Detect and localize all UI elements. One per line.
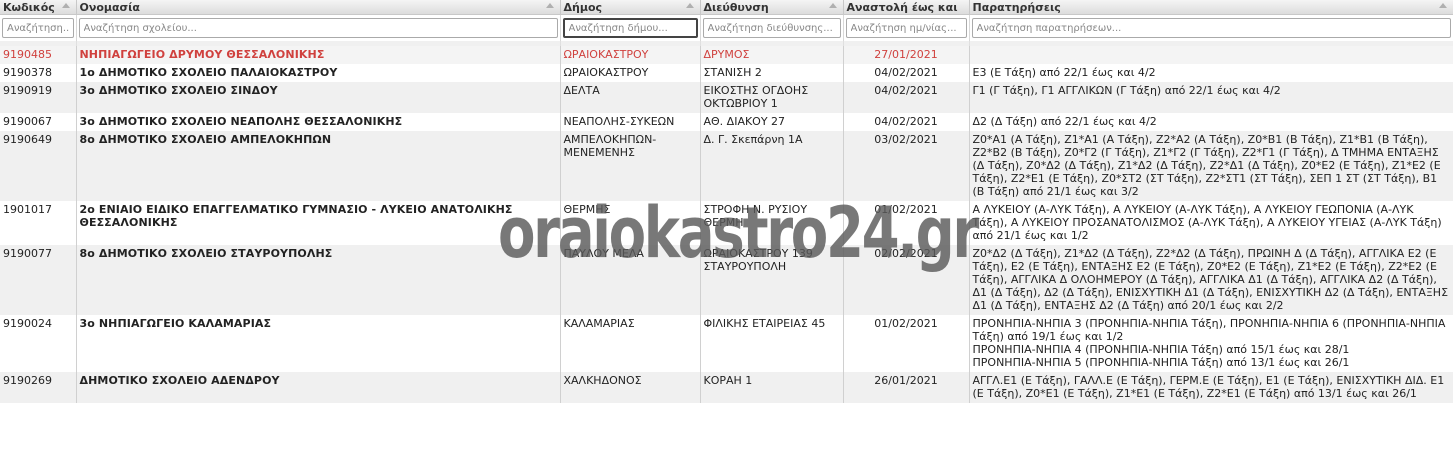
- address-cell: ΩΡΑΙΟΚΑΣΤΡΟΥ 139 ΣΤΑΥΡΟΥΠΟΛΗ: [700, 245, 844, 315]
- notes-cell: ΑΓΓΛ.Ε1 (Ε Τάξη), ΓΑΛΛ.Ε (Ε Τάξη), ΓΕΡΜ.…: [969, 372, 1453, 403]
- column-header-address[interactable]: Διεύθυνση: [700, 0, 844, 15]
- address-cell: Δ. Γ. Σκεπάρνη 1Α: [700, 131, 844, 201]
- notes-cell: Γ1 (Γ Τάξη), Γ1 ΑΓΓΛΙΚΩΝ (Γ Τάξη) από 22…: [969, 82, 1453, 113]
- address-search-input[interactable]: [702, 18, 841, 38]
- municipality-search-input[interactable]: [562, 18, 698, 38]
- address-cell: ΣΤΡΟΦΗ Ν. ΡΥΣΙΟΥ ΘΕΡΜΗ: [700, 201, 844, 245]
- code-cell: 9190649: [0, 131, 77, 201]
- school-name-cell: 8ο ΔΗΜΟΤΙΚΟ ΣΧΟΛΕΙΟ ΣΤΑΥΡΟΥΠΟΛΗΣ: [76, 245, 561, 315]
- suspension-date-cell: 03/02/2021: [843, 131, 970, 201]
- column-header-municipality[interactable]: Δήμος: [560, 0, 701, 15]
- table-row[interactable]: 9190485 ΝΗΠΙΑΓΩΓΕΙΟ ΔΡΥΜΟΥ ΘΕΣΣΑΛΟΝΙΚΗΣ ΩΡ…: [0, 46, 1453, 64]
- school-name-cell: 3ο ΝΗΠΙΑΓΩΓΕΙΟ ΚΑΛΑΜΑΡΙΑΣ: [76, 315, 561, 372]
- table-row[interactable]: 9190024 3ο ΝΗΠΙΑΓΩΓΕΙΟ ΚΑΛΑΜΑΡΙΑΣ ΚΑΛΑΜΑΡΙ…: [0, 315, 1453, 372]
- code-cell: 1901017: [0, 201, 77, 245]
- column-header-code[interactable]: Κωδικός: [0, 0, 77, 15]
- sort-arrow-icon[interactable]: [1438, 3, 1447, 8]
- column-header-notes[interactable]: Παρατηρήσεις: [969, 0, 1453, 15]
- notes-cell: Δ2 (Δ Τάξη) από 22/1 έως και 4/2: [969, 113, 1453, 131]
- sort-arrow-icon[interactable]: [685, 3, 694, 8]
- municipality-cell: ΧΑΛΚΗΔΟΝΟΣ: [560, 372, 701, 403]
- municipality-cell: ΝΕΑΠΟΛΗΣ-ΣΥΚΕΩΝ: [560, 113, 701, 131]
- code-cell: 9190077: [0, 245, 77, 315]
- sort-arrow-icon[interactable]: [828, 3, 837, 8]
- school-name-cell: ΝΗΠΙΑΓΩΓΕΙΟ ΔΡΥΜΟΥ ΘΕΣΣΑΛΟΝΙΚΗΣ: [76, 46, 561, 64]
- suspension-date-cell: 01/02/2021: [843, 201, 970, 245]
- address-cell: ΦΙΛΙΚΗΣ ΕΤΑΙΡΕΙΑΣ 45: [700, 315, 844, 372]
- municipality-cell: ΩΡΑΙΟΚΑΣΤΡΟΥ: [560, 64, 701, 82]
- notes-cell: Ζ0*Δ2 (Δ Τάξη), Ζ1*Δ2 (Δ Τάξη), Ζ2*Δ2 (Δ…: [969, 245, 1453, 315]
- code-cell: 9190024: [0, 315, 77, 372]
- notes-cell: Α ΛΥΚΕΙΟΥ (Α-ΛΥΚ Τάξη), Α ΛΥΚΕΙΟΥ (Α-ΛΥΚ…: [969, 201, 1453, 245]
- table-body: 9190485 ΝΗΠΙΑΓΩΓΕΙΟ ΔΡΥΜΟΥ ΘΕΣΣΑΛΟΝΙΚΗΣ ΩΡ…: [0, 46, 1453, 403]
- column-header-suspension-date[interactable]: Αναστολή έως και: [843, 0, 970, 15]
- code-cell: 9190067: [0, 113, 77, 131]
- filter-row: [0, 14, 1453, 41]
- code-cell: 9190919: [0, 82, 77, 113]
- school-name-cell: 3ο ΔΗΜΟΤΙΚΟ ΣΧΟΛΕΙΟ ΣΙΝΔΟΥ: [76, 82, 561, 113]
- suspension-date-cell: 04/02/2021: [843, 113, 970, 131]
- table-row[interactable]: 9190077 8ο ΔΗΜΟΤΙΚΟ ΣΧΟΛΕΙΟ ΣΤΑΥΡΟΥΠΟΛΗΣ Π…: [0, 245, 1453, 315]
- address-cell: ΕΙΚΟΣΤΗΣ ΟΓΔΟΗΣ ΟΚΤΩΒΡΙΟΥ 1: [700, 82, 844, 113]
- code-cell: 9190378: [0, 64, 77, 82]
- column-header-name[interactable]: Ονομασία: [76, 0, 561, 15]
- address-cell: ΑΘ. ΔΙΑΚΟΥ 27: [700, 113, 844, 131]
- suspension-date-cell: 27/01/2021: [843, 46, 970, 64]
- address-cell: ΚΟΡΑΗ 1: [700, 372, 844, 403]
- school-search-input[interactable]: [78, 18, 558, 38]
- suspension-date-cell: 04/02/2021: [843, 64, 970, 82]
- suspension-date-cell: 02/02/2021: [843, 245, 970, 315]
- municipality-cell: ΚΑΛΑΜΑΡΙΑΣ: [560, 315, 701, 372]
- school-name-cell: ΔΗΜΟΤΙΚΟ ΣΧΟΛΕΙΟ ΑΔΕΝΔΡΟΥ: [76, 372, 561, 403]
- school-name-cell: 3ο ΔΗΜΟΤΙΚΟ ΣΧΟΛΕΙΟ ΝΕΑΠΟΛΗΣ ΘΕΣΣΑΛΟΝΙΚΗ…: [76, 113, 561, 131]
- table-row[interactable]: 9190649 8ο ΔΗΜΟΤΙΚΟ ΣΧΟΛΕΙΟ ΑΜΠΕΛΟΚΗΠΩΝ ΑΜ…: [0, 131, 1453, 201]
- date-search-input[interactable]: [845, 18, 967, 38]
- school-closures-table: Κωδικός Ονομασία Δήμος Διεύθυνση Αναστολ…: [0, 0, 1453, 403]
- suspension-date-cell: 04/02/2021: [843, 82, 970, 113]
- sort-arrow-icon[interactable]: [545, 3, 554, 8]
- school-name-cell: 2ο ΕΝΙΑΙΟ ΕΙΔΙΚΟ ΕΠΑΓΓΕΛΜΑΤΙΚΟ ΓΥΜΝΑΣΙΟ …: [76, 201, 561, 245]
- code-cell: 9190269: [0, 372, 77, 403]
- school-name-cell: 8ο ΔΗΜΟΤΙΚΟ ΣΧΟΛΕΙΟ ΑΜΠΕΛΟΚΗΠΩΝ: [76, 131, 561, 201]
- municipality-cell: ΩΡΑΙΟΚΑΣΤΡΟΥ: [560, 46, 701, 64]
- notes-cell: Ε3 (Ε Τάξη) από 22/1 έως και 4/2: [969, 64, 1453, 82]
- address-cell: ΣΤΑΝΙΣΗ 2: [700, 64, 844, 82]
- sort-arrow-icon[interactable]: [61, 3, 70, 8]
- notes-cell: Ζ0*Α1 (Α Τάξη), Ζ1*Α1 (Α Τάξη), Ζ2*Α2 (Α…: [969, 131, 1453, 201]
- address-cell: ΔΡΥΜΟΣ: [700, 46, 844, 64]
- municipality-cell: ΑΜΠΕΛΟΚΗΠΩΝ-ΜΕΝΕΜΕΝΗΣ: [560, 131, 701, 201]
- notes-cell: [969, 46, 1453, 64]
- school-name-cell: 1ο ΔΗΜΟΤΙΚΟ ΣΧΟΛΕΙΟ ΠΑΛΑΙΟΚΑΣΤΡΟΥ: [76, 64, 561, 82]
- suspension-date-cell: 01/02/2021: [843, 315, 970, 372]
- table-row[interactable]: 9190378 1ο ΔΗΜΟΤΙΚΟ ΣΧΟΛΕΙΟ ΠΑΛΑΙΟΚΑΣΤΡΟΥ…: [0, 64, 1453, 82]
- suspension-date-cell: 26/01/2021: [843, 372, 970, 403]
- code-search-input[interactable]: [2, 18, 74, 38]
- notes-search-input[interactable]: [971, 18, 1451, 38]
- table-row[interactable]: 9190067 3ο ΔΗΜΟΤΙΚΟ ΣΧΟΛΕΙΟ ΝΕΑΠΟΛΗΣ ΘΕΣΣ…: [0, 113, 1453, 131]
- municipality-cell: ΘΕΡΜΗΣ: [560, 201, 701, 245]
- municipality-cell: ΠΑΥΛΟΥ ΜΕΛΑ: [560, 245, 701, 315]
- header-row: Κωδικός Ονομασία Δήμος Διεύθυνση Αναστολ…: [0, 0, 1453, 15]
- code-cell: 9190485: [0, 46, 77, 64]
- table-row[interactable]: 1901017 2ο ΕΝΙΑΙΟ ΕΙΔΙΚΟ ΕΠΑΓΓΕΛΜΑΤΙΚΟ ΓΥ…: [0, 201, 1453, 245]
- notes-cell: ΠΡΟΝΗΠΙΑ-ΝΗΠΙΑ 3 (ΠΡΟΝΗΠΙΑ-ΝΗΠΙΑ Τάξη), …: [969, 315, 1453, 372]
- table-row[interactable]: 9190919 3ο ΔΗΜΟΤΙΚΟ ΣΧΟΛΕΙΟ ΣΙΝΔΟΥ ΔΕΛΤΑ ΕΙ…: [0, 82, 1453, 113]
- municipality-cell: ΔΕΛΤΑ: [560, 82, 701, 113]
- table-row[interactable]: 9190269 ΔΗΜΟΤΙΚΟ ΣΧΟΛΕΙΟ ΑΔΕΝΔΡΟΥ ΧΑΛΚΗΔΟΝ…: [0, 372, 1453, 403]
